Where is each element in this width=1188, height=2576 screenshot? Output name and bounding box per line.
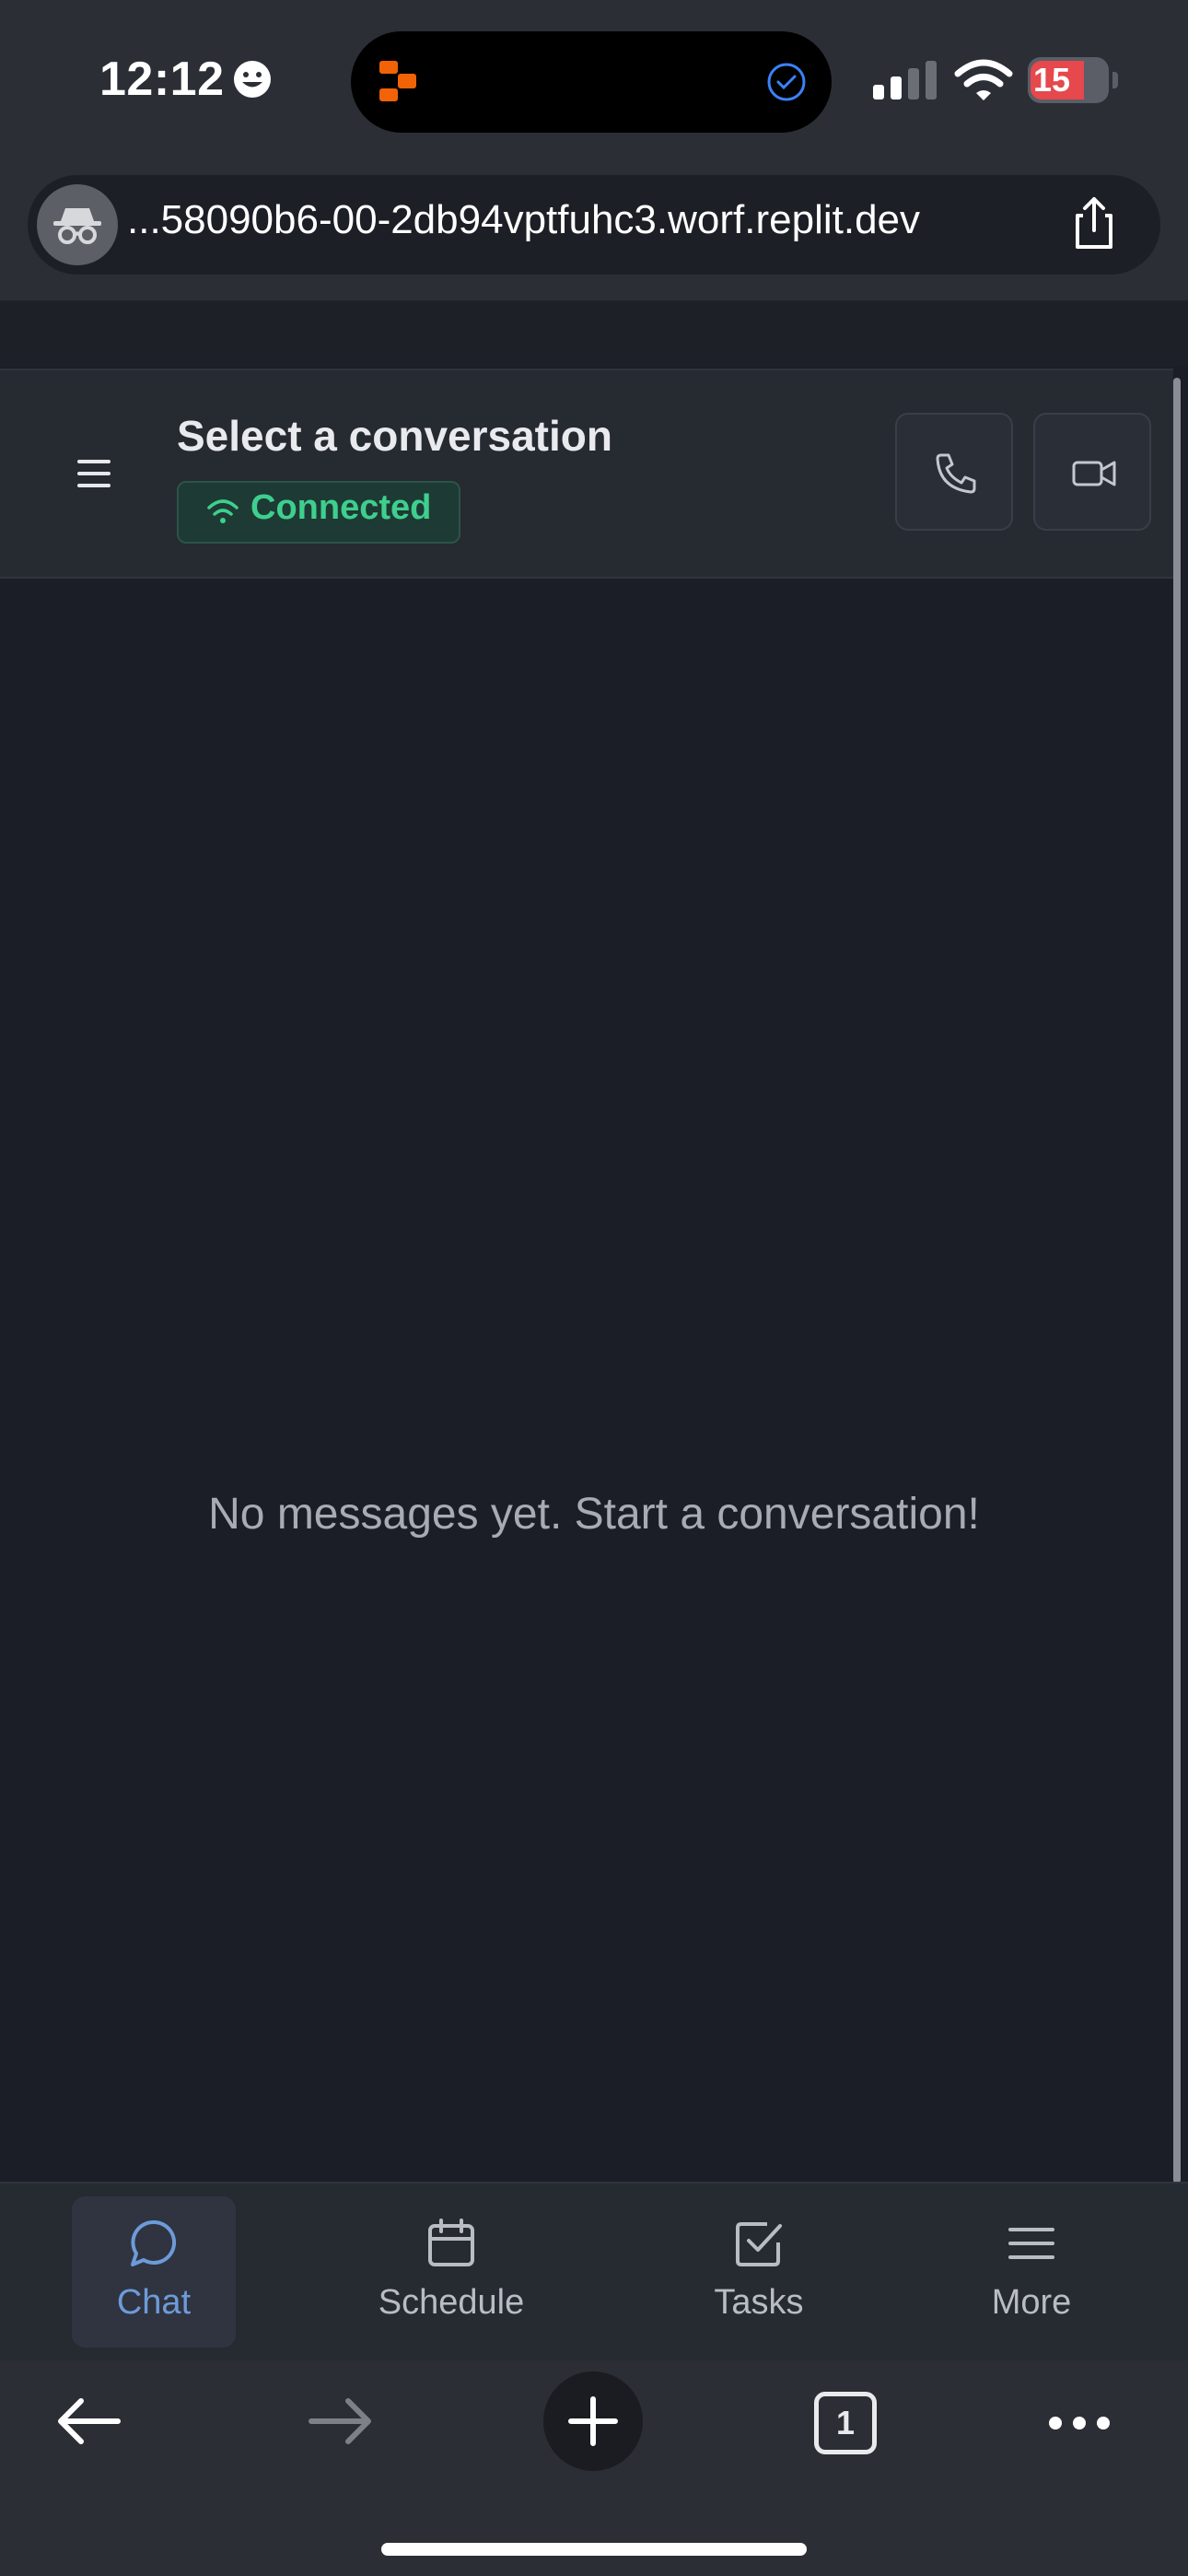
back-arrow-icon[interactable] <box>53 2394 123 2449</box>
tab-tasks[interactable]: Tasks <box>685 2196 833 2348</box>
chat-bubble-icon <box>131 2219 177 2266</box>
empty-state-message: No messages yet. Start a conversation! <box>208 1490 980 1539</box>
check-circle-icon <box>767 63 806 101</box>
tab-schedule[interactable]: Schedule <box>359 2196 543 2348</box>
home-indicator <box>381 2543 807 2556</box>
app-top-strip <box>0 302 1188 367</box>
status-time: 12:12 <box>99 53 225 106</box>
new-tab-button[interactable] <box>543 2371 643 2471</box>
wifi-icon <box>954 59 1013 100</box>
phone-icon <box>936 453 976 494</box>
tab-switcher-button[interactable]: 1 <box>814 2392 877 2454</box>
battery-percentage: 15 <box>1033 61 1071 99</box>
cellular-signal-icon <box>873 61 937 100</box>
tab-label: Tasks <box>714 2283 804 2322</box>
tab-label: Chat <box>116 2283 192 2322</box>
more-options-icon[interactable] <box>1048 2414 1111 2432</box>
dynamic-island <box>351 31 832 133</box>
smiley-icon <box>234 61 271 98</box>
plus-icon <box>568 2396 618 2446</box>
share-icon[interactable] <box>1065 193 1124 252</box>
forward-arrow-icon[interactable] <box>306 2394 376 2449</box>
video-camera-icon <box>1072 461 1116 486</box>
conversation-title: Select a conversation <box>177 412 612 460</box>
menu-icon <box>1008 2228 1054 2259</box>
wifi-icon <box>207 499 239 523</box>
tab-label: Schedule <box>378 2283 525 2322</box>
checkbox-icon <box>736 2222 782 2266</box>
tab-chat[interactable]: Chat <box>72 2196 236 2348</box>
connection-status-text: Connected <box>250 488 432 527</box>
incognito-icon[interactable] <box>37 184 118 265</box>
url-text[interactable]: ...58090b6-00-2db94vptfuhc3.worf.replit.… <box>127 197 920 243</box>
scrollbar[interactable] <box>1173 378 1181 2184</box>
tab-count: 1 <box>835 2404 856 2441</box>
voice-call-button[interactable] <box>895 413 1013 531</box>
hamburger-menu-icon[interactable] <box>76 457 112 490</box>
tab-label: More <box>991 2283 1072 2322</box>
tab-more[interactable]: More <box>958 2196 1105 2348</box>
calendar-icon <box>428 2219 474 2266</box>
replit-app-icon <box>379 61 416 101</box>
battery-cap <box>1112 72 1118 88</box>
video-call-button[interactable] <box>1033 413 1151 531</box>
